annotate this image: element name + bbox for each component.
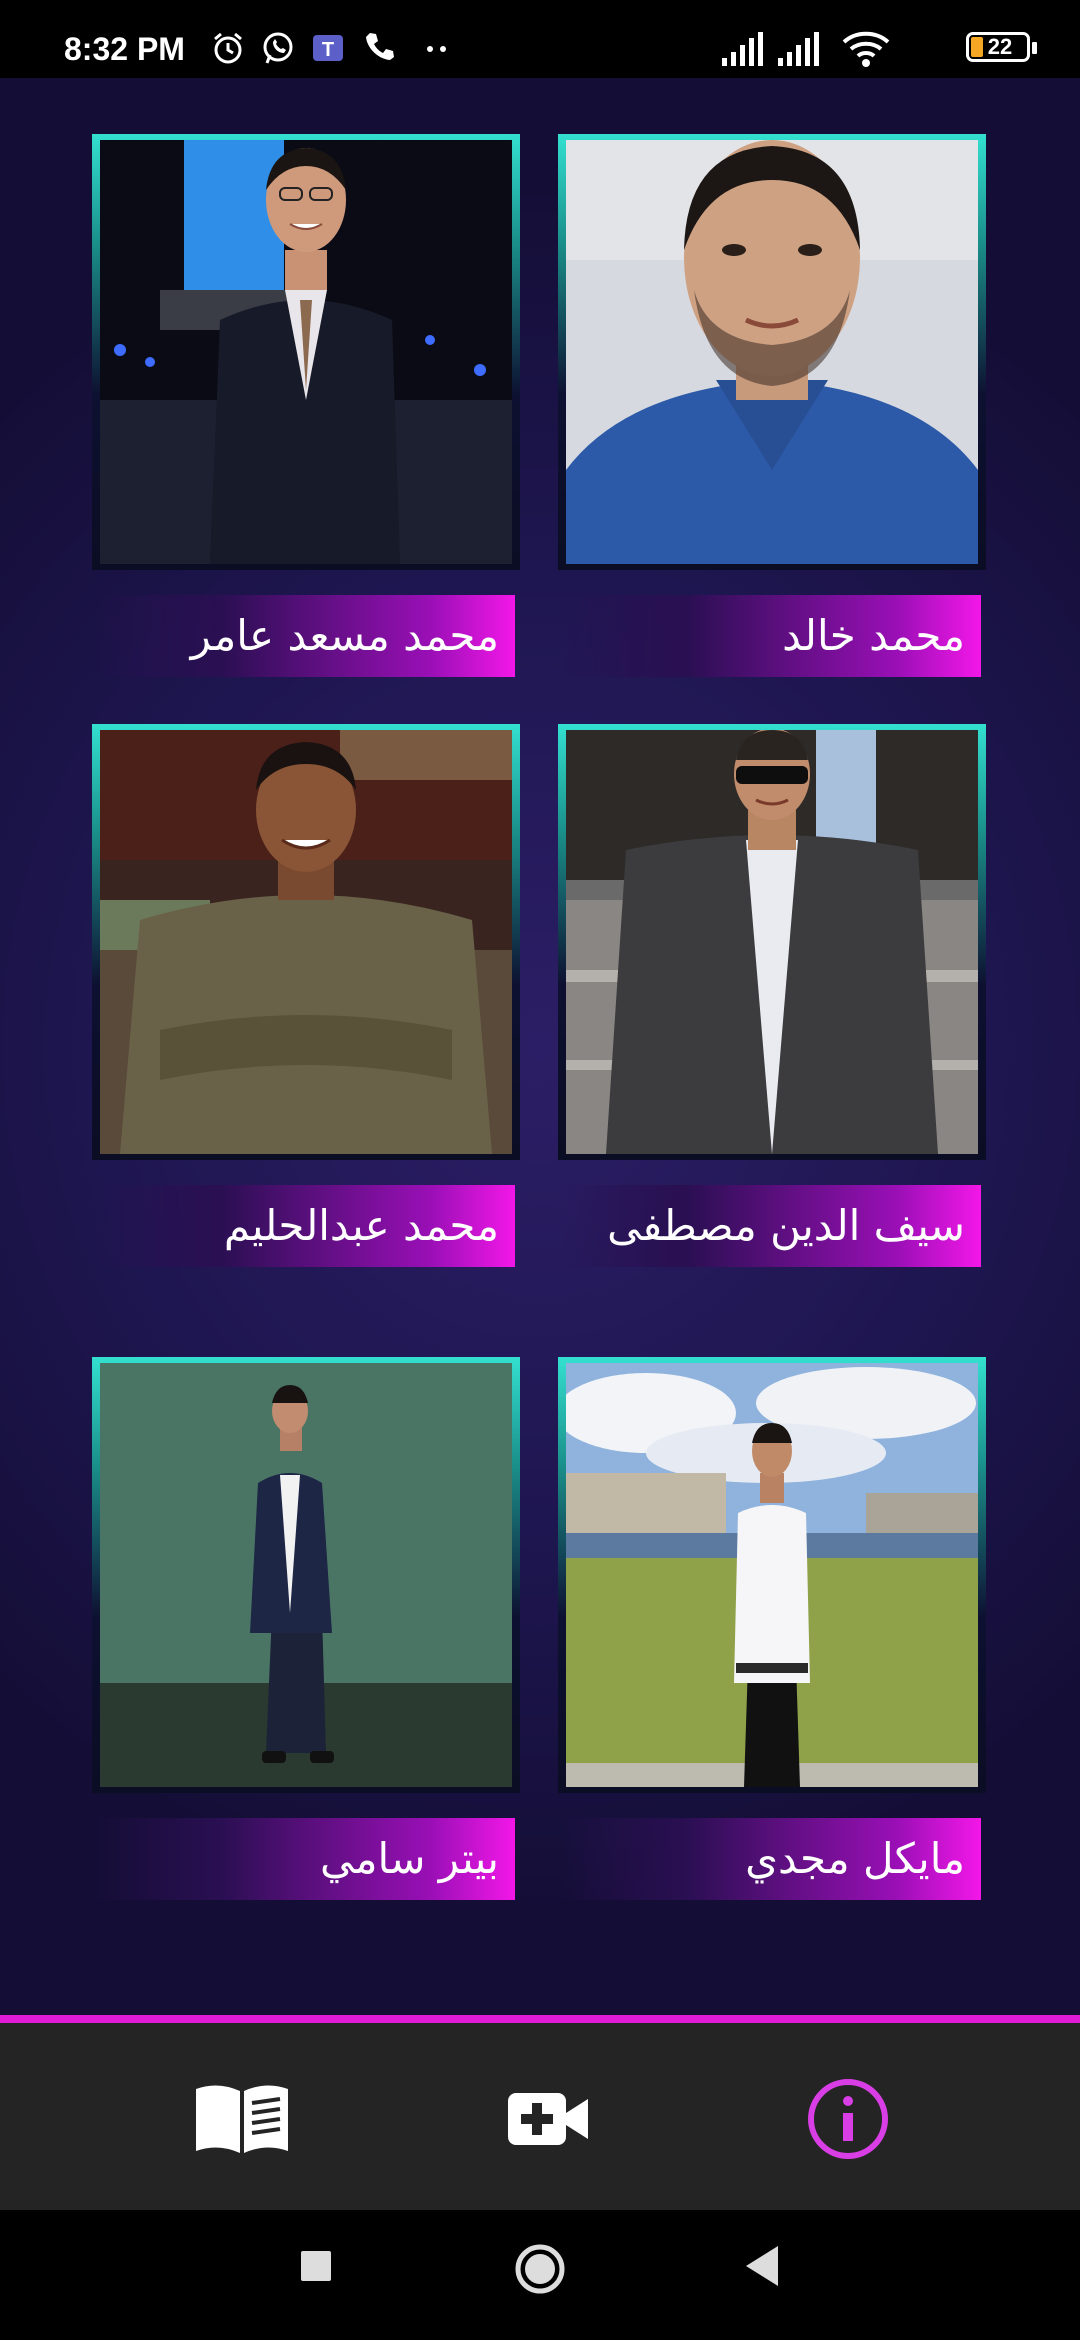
bottom-nav bbox=[0, 2023, 1080, 2210]
member-photo bbox=[566, 730, 978, 1154]
member-name: مايكل مجدي bbox=[561, 1818, 981, 1900]
more-dots-icon bbox=[427, 46, 446, 52]
nav-book-button[interactable] bbox=[192, 2079, 292, 2159]
video-add-icon bbox=[508, 2093, 588, 2145]
book-icon bbox=[196, 2085, 288, 2153]
svg-text:T: T bbox=[322, 39, 334, 61]
phone-icon bbox=[366, 33, 394, 60]
photo-frame bbox=[92, 134, 520, 570]
system-nav-bar bbox=[0, 2210, 1080, 2340]
member-name: سيف الدين مصطفى bbox=[561, 1185, 981, 1267]
alarm-icon bbox=[214, 32, 242, 64]
whatsapp-icon bbox=[263, 32, 293, 64]
nav-video-button[interactable] bbox=[496, 2079, 596, 2159]
signal-icon bbox=[722, 32, 763, 66]
status-time: 8:32 PM bbox=[64, 31, 185, 67]
photo-frame bbox=[92, 724, 520, 1160]
member-name: محمد خالد bbox=[561, 595, 981, 677]
status-bar: 8:32 PM T 22 bbox=[0, 0, 1080, 78]
member-name: بيتر سامي bbox=[95, 1818, 515, 1900]
home-button[interactable] bbox=[513, 2242, 567, 2296]
battery-icon: 22 bbox=[966, 32, 1040, 66]
member-photo bbox=[566, 140, 978, 564]
signal-icon bbox=[778, 32, 819, 66]
team-grid: محمد خالد محمد مسعد عامر سيف الدين مصطفى… bbox=[0, 78, 1080, 2015]
member-photo bbox=[100, 140, 512, 564]
photo-frame bbox=[558, 1357, 986, 1793]
wifi-icon bbox=[842, 31, 890, 67]
photo-frame bbox=[558, 134, 986, 570]
bottom-accent-line bbox=[0, 2015, 1080, 2023]
recent-apps-button[interactable] bbox=[298, 2248, 334, 2284]
teams-icon: T bbox=[313, 35, 343, 61]
nav-info-button[interactable] bbox=[798, 2079, 898, 2159]
photo-frame bbox=[558, 724, 986, 1160]
member-photo bbox=[100, 730, 512, 1154]
back-button[interactable] bbox=[742, 2244, 782, 2288]
battery-level: 22 bbox=[987, 34, 1013, 59]
member-photo bbox=[100, 1363, 512, 1787]
member-name: محمد عبدالحليم bbox=[95, 1185, 515, 1267]
info-icon bbox=[808, 2079, 888, 2159]
member-name: محمد مسعد عامر bbox=[95, 595, 515, 677]
photo-frame bbox=[92, 1357, 520, 1793]
member-photo bbox=[566, 1363, 978, 1787]
